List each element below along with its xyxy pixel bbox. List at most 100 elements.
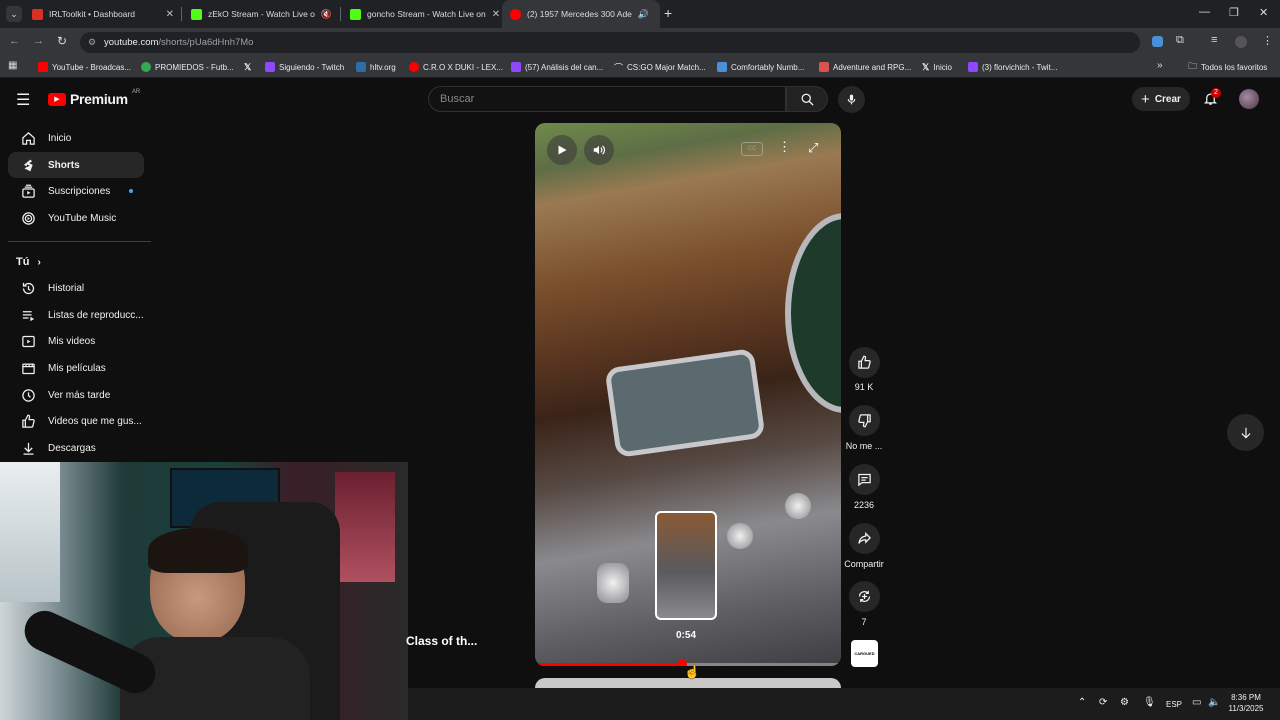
minimize-icon[interactable]: — (1199, 6, 1210, 18)
bookmark-item[interactable]: 𝕏 (244, 60, 251, 74)
search-input[interactable]: Buscar (428, 86, 786, 112)
browser-tab-active[interactable]: (2) 1957 Mercedes 300 Ade 🔊 ✕ (502, 0, 660, 28)
more-options-icon[interactable]: ⋮ (778, 139, 791, 155)
search-placeholder: Buscar (440, 93, 475, 105)
reload-icon[interactable]: ↻ (57, 34, 67, 48)
tab-close-icon[interactable]: ✕ (166, 9, 174, 20)
language-indicator[interactable]: ESP (1166, 700, 1182, 709)
bookmark-item[interactable]: Siguiendo - Twitch (265, 60, 344, 74)
like-icon (21, 414, 35, 428)
sidebar-item-ver-mas-tarde[interactable]: Ver más tarde (8, 382, 144, 408)
account-avatar[interactable] (1239, 89, 1259, 109)
sidebar-item-descargas[interactable]: Descargas (8, 435, 144, 461)
speaker-icon[interactable]: 🔈 (1208, 697, 1220, 708)
sidebar-divider (8, 241, 151, 242)
plus-icon: + (1141, 90, 1150, 108)
twitch-icon (511, 62, 521, 72)
window-close-icon[interactable]: ✕ (1259, 6, 1268, 19)
bookmark-item[interactable]: (57) Análisis del can... (511, 60, 603, 74)
all-bookmarks-folder[interactable]: 🗀 Todos los favoritos (1188, 60, 1267, 74)
tray-overflow-icon[interactable]: ⌃ (1078, 697, 1086, 708)
bookmark-item[interactable]: ⌒ CS:GO Major Match... (614, 60, 706, 74)
bookmark-item[interactable]: C.R.O X DUKI - LEX... (409, 60, 503, 74)
tray-app-icon[interactable]: ⟳ (1099, 697, 1107, 708)
back-icon[interactable]: ← (9, 35, 20, 47)
notification-badge: 2 (1211, 88, 1221, 98)
share-button[interactable] (849, 523, 880, 554)
bookmark-item[interactable]: (3) florvichich - Twit... (968, 60, 1057, 74)
short-title[interactable]: Class of th... (406, 634, 477, 648)
bookmark-item[interactable]: Adventure and RPG... (819, 60, 911, 74)
sidebar-item-suscripciones[interactable]: Suscripciones (8, 178, 144, 204)
network-icon[interactable]: ▭ (1192, 697, 1201, 708)
tray-mic-icon[interactable]: 🎙 (1143, 697, 1156, 708)
apps-grid-icon[interactable]: ▦ (8, 60, 17, 71)
music-icon (21, 211, 35, 225)
browser-tab[interactable]: IRLToolkit • Dashboard ✕ (24, 0, 182, 28)
search-button[interactable] (786, 86, 828, 112)
profile-avatar[interactable] (1235, 36, 1247, 48)
youtube-premium-logo[interactable]: ▶ Premium AR (48, 89, 140, 107)
create-button[interactable]: + Crear (1132, 87, 1190, 111)
bookmark-item[interactable]: 𝕏 Inicio (922, 60, 952, 74)
forward-icon[interactable]: → (33, 35, 44, 47)
more-bookmarks-icon[interactable]: » (1157, 60, 1163, 71)
promiedos-icon (141, 62, 151, 72)
hltv-icon (356, 62, 366, 72)
like-button[interactable] (849, 347, 880, 378)
tab-close-icon[interactable]: ✕ (492, 9, 500, 20)
new-tab-button[interactable]: + (664, 5, 672, 21)
bookmark-item[interactable]: PROMIEDOS - Futb... (141, 60, 234, 74)
bookmark-item[interactable]: YouTube - Broadcas... (38, 60, 131, 74)
dislike-label: No me ... (845, 441, 883, 451)
voice-search-button[interactable] (838, 86, 865, 113)
play-button[interactable] (547, 135, 577, 165)
bookmark-item[interactable]: Comfortably Numb... (717, 60, 804, 74)
notifications-button[interactable]: 2 (1203, 88, 1221, 111)
restore-icon[interactable]: ❐ (1229, 6, 1239, 19)
sidebar-item-playlists[interactable]: Listas de reproducc... (8, 302, 144, 328)
chrome-menu-icon[interactable]: ⋮ (1262, 34, 1273, 47)
bookmark-item[interactable]: hltv.org (356, 60, 396, 74)
browser-tab-strip: ⌄ IRLToolkit • Dashboard ✕ zEkO Stream -… (0, 0, 1280, 28)
remix-icon (858, 590, 871, 603)
tab-favicon (350, 8, 361, 20)
shorts-video-player[interactable]: CC ⋮ ⤢ 0:54 (535, 123, 841, 666)
site-info-icon[interactable]: ⚙ (88, 37, 96, 48)
tab-search-button[interactable]: ⌄ (6, 6, 22, 22)
progress-fill (535, 663, 682, 666)
captions-icon[interactable]: CC (741, 142, 763, 156)
you-section-header[interactable]: Tú › (16, 256, 41, 268)
sidebar-item-mis-videos[interactable]: Mis videos (8, 328, 144, 354)
sidebar-item-videos-que-me-gustan[interactable]: Videos que me gus... (8, 408, 144, 434)
tab-close-icon[interactable]: ✕ (659, 9, 660, 20)
extension-icon[interactable] (1152, 36, 1163, 47)
twitch-icon (265, 62, 275, 72)
thumbs-up-icon (858, 355, 871, 369)
home-icon (21, 131, 35, 145)
sidebar-item-inicio[interactable]: Inicio (8, 125, 144, 151)
streamer-hair (148, 528, 248, 573)
share-icon (858, 531, 872, 544)
extensions-puzzle-icon[interactable]: ⧉ (1176, 34, 1184, 47)
channel-avatar[interactable]: CARGUED (851, 640, 878, 667)
comments-button[interactable] (849, 464, 880, 495)
fullscreen-icon[interactable]: ⤢ (808, 140, 818, 156)
url-host: youtube.com (104, 37, 159, 48)
sidebar-item-mis-peliculas[interactable]: Mis películas (8, 355, 144, 381)
browser-tab[interactable]: zEkO Stream - Watch Live o 🔇 ✕ (183, 0, 341, 28)
address-bar[interactable]: ⚙ youtube.com/shorts/pUa6dHnh7Mo (80, 32, 1140, 53)
hamburger-menu-icon[interactable]: ☰ (16, 90, 30, 110)
media-control-icon[interactable]: ≡ (1211, 34, 1217, 46)
sidebar-item-youtube-music[interactable]: YouTube Music (8, 205, 144, 231)
remix-button[interactable] (849, 581, 880, 612)
next-short-button[interactable] (1227, 414, 1264, 451)
volume-button[interactable] (584, 135, 614, 165)
browser-tab[interactable]: goncho Stream - Watch Live on ✕ (342, 0, 500, 28)
steam-icon[interactable]: ⚙ (1120, 697, 1129, 708)
sidebar-item-historial[interactable]: Historial (8, 275, 144, 301)
dislike-button[interactable] (849, 405, 880, 436)
sidebar-item-shorts[interactable]: Shorts (8, 152, 144, 178)
subscriptions-icon (21, 184, 35, 198)
taskbar-clock[interactable]: 8:36 PM 11/3/2025 (1225, 692, 1267, 714)
